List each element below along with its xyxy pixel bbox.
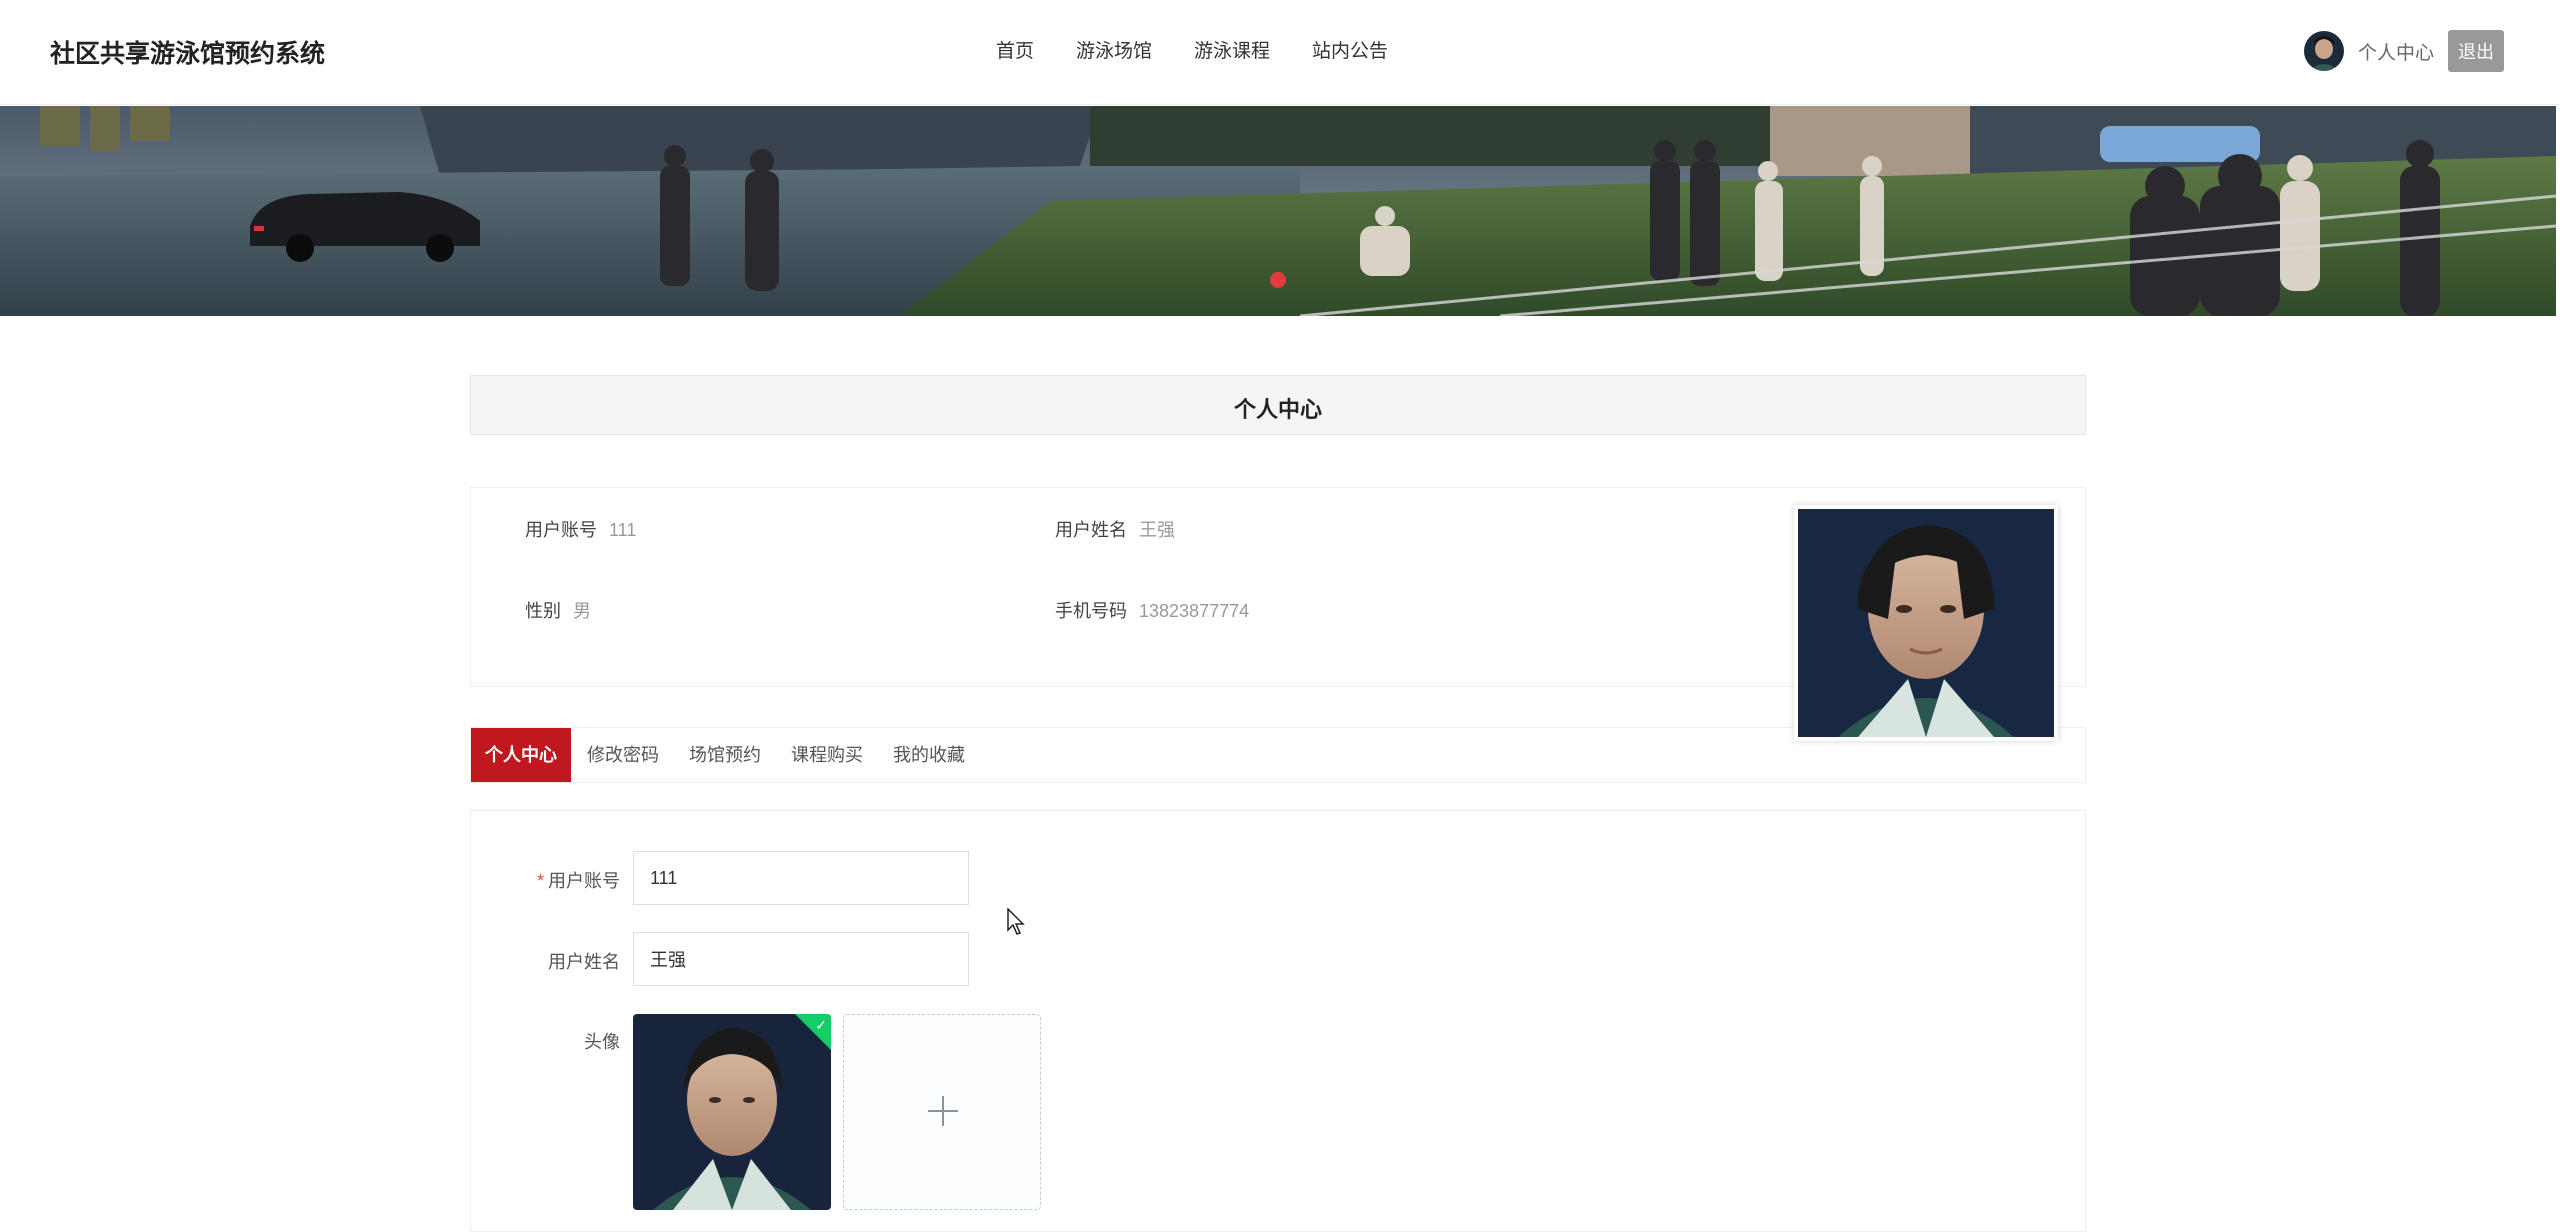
logout-button[interactable]: 退出 bbox=[2448, 30, 2504, 72]
info-account-value: 111 bbox=[609, 520, 637, 540]
user-area: 个人中心 退出 bbox=[2303, 30, 2504, 72]
profile-avatar-image bbox=[1794, 505, 2058, 741]
nav-announcements[interactable]: 站内公告 bbox=[1312, 36, 1388, 63]
tab-my-favorites[interactable]: 我的收藏 bbox=[893, 728, 965, 782]
form-name-label: 用户姓名 bbox=[548, 952, 620, 972]
nav-venues[interactable]: 游泳场馆 bbox=[1076, 36, 1152, 63]
info-phone-label: 手机号码 bbox=[1055, 601, 1127, 621]
info-gender-label: 性别 bbox=[525, 601, 561, 621]
info-gender: 性别男 bbox=[525, 597, 591, 623]
account-input[interactable] bbox=[633, 851, 969, 905]
page-title-bar: 个人中心 bbox=[470, 375, 2086, 435]
tab-course-purchase[interactable]: 课程购买 bbox=[791, 728, 863, 782]
tab-change-password[interactable]: 修改密码 bbox=[587, 728, 659, 782]
info-name: 用户姓名 王强 bbox=[1055, 516, 1175, 542]
required-mark: * bbox=[536, 871, 544, 891]
user-center-link[interactable]: 个人中心 bbox=[2358, 38, 2434, 65]
avatar-upload-button[interactable] bbox=[843, 1014, 1041, 1210]
form-avatar-label: 头像 bbox=[584, 1032, 620, 1052]
user-avatar-icon[interactable] bbox=[2303, 31, 2344, 71]
plus-icon bbox=[928, 1096, 958, 1126]
info-account-label: 用户账号 bbox=[525, 520, 597, 540]
tab-profile[interactable]: 个人中心 bbox=[471, 728, 571, 782]
page-title: 个人中心 bbox=[1233, 397, 1322, 422]
info-name-label: 用户姓名 bbox=[1055, 520, 1127, 540]
nav-home[interactable]: 首页 bbox=[996, 36, 1034, 63]
info-gender-value: 男 bbox=[573, 601, 591, 621]
site-logo[interactable]: 社区共享游泳馆预约系统 bbox=[50, 34, 325, 70]
carousel-dot-active[interactable] bbox=[1270, 272, 1286, 288]
uploaded-avatar-thumb[interactable]: ✓ bbox=[633, 1014, 831, 1210]
cursor-icon bbox=[1007, 908, 1025, 935]
top-header: 社区共享游泳馆预约系统 首页 游泳场馆 游泳课程 站内公告 个人中心 退出 bbox=[0, 0, 2560, 105]
name-input[interactable] bbox=[633, 932, 969, 986]
info-account: 用户账号 111 bbox=[525, 516, 636, 542]
form-account-label: * 用户账号 bbox=[536, 871, 620, 891]
info-name-value: 王强 bbox=[1139, 520, 1175, 540]
check-icon: ✓ bbox=[815, 1017, 827, 1033]
nav-courses[interactable]: 游泳课程 bbox=[1194, 36, 1270, 63]
info-phone-value: 13823877774 bbox=[1139, 601, 1250, 621]
info-phone: 手机号码 13823877774 bbox=[1055, 597, 1249, 623]
main-nav: 首页 游泳场馆 游泳课程 站内公告 bbox=[996, 36, 1388, 63]
hero-banner[interactable] bbox=[0, 106, 2556, 316]
tab-venue-booking[interactable]: 场馆预约 bbox=[689, 728, 761, 782]
